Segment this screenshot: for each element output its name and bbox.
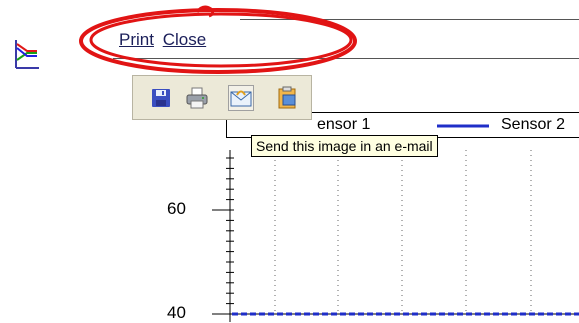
email-icon xyxy=(230,90,252,107)
legend-label-sensor-1: ensor 1 xyxy=(317,116,371,133)
save-button[interactable] xyxy=(149,86,173,110)
copy-image-button[interactable] xyxy=(275,86,299,110)
email-tooltip: Send this image in an e-mail xyxy=(251,135,438,157)
y-tick-label-40: 40 xyxy=(167,303,186,322)
image-toolbar xyxy=(132,75,312,120)
printer-icon xyxy=(186,87,208,109)
y-tick-label-60: 60 xyxy=(167,199,186,218)
copy-image-icon xyxy=(278,86,296,109)
email-button[interactable] xyxy=(228,85,254,111)
grid-lines xyxy=(274,150,532,312)
print-button[interactable] xyxy=(185,86,209,110)
save-icon xyxy=(152,89,170,107)
legend-label-sensor-2: Sensor 2 xyxy=(501,116,566,133)
legend-swatch-sensor-2 xyxy=(437,124,489,128)
chart-plot xyxy=(212,150,579,322)
